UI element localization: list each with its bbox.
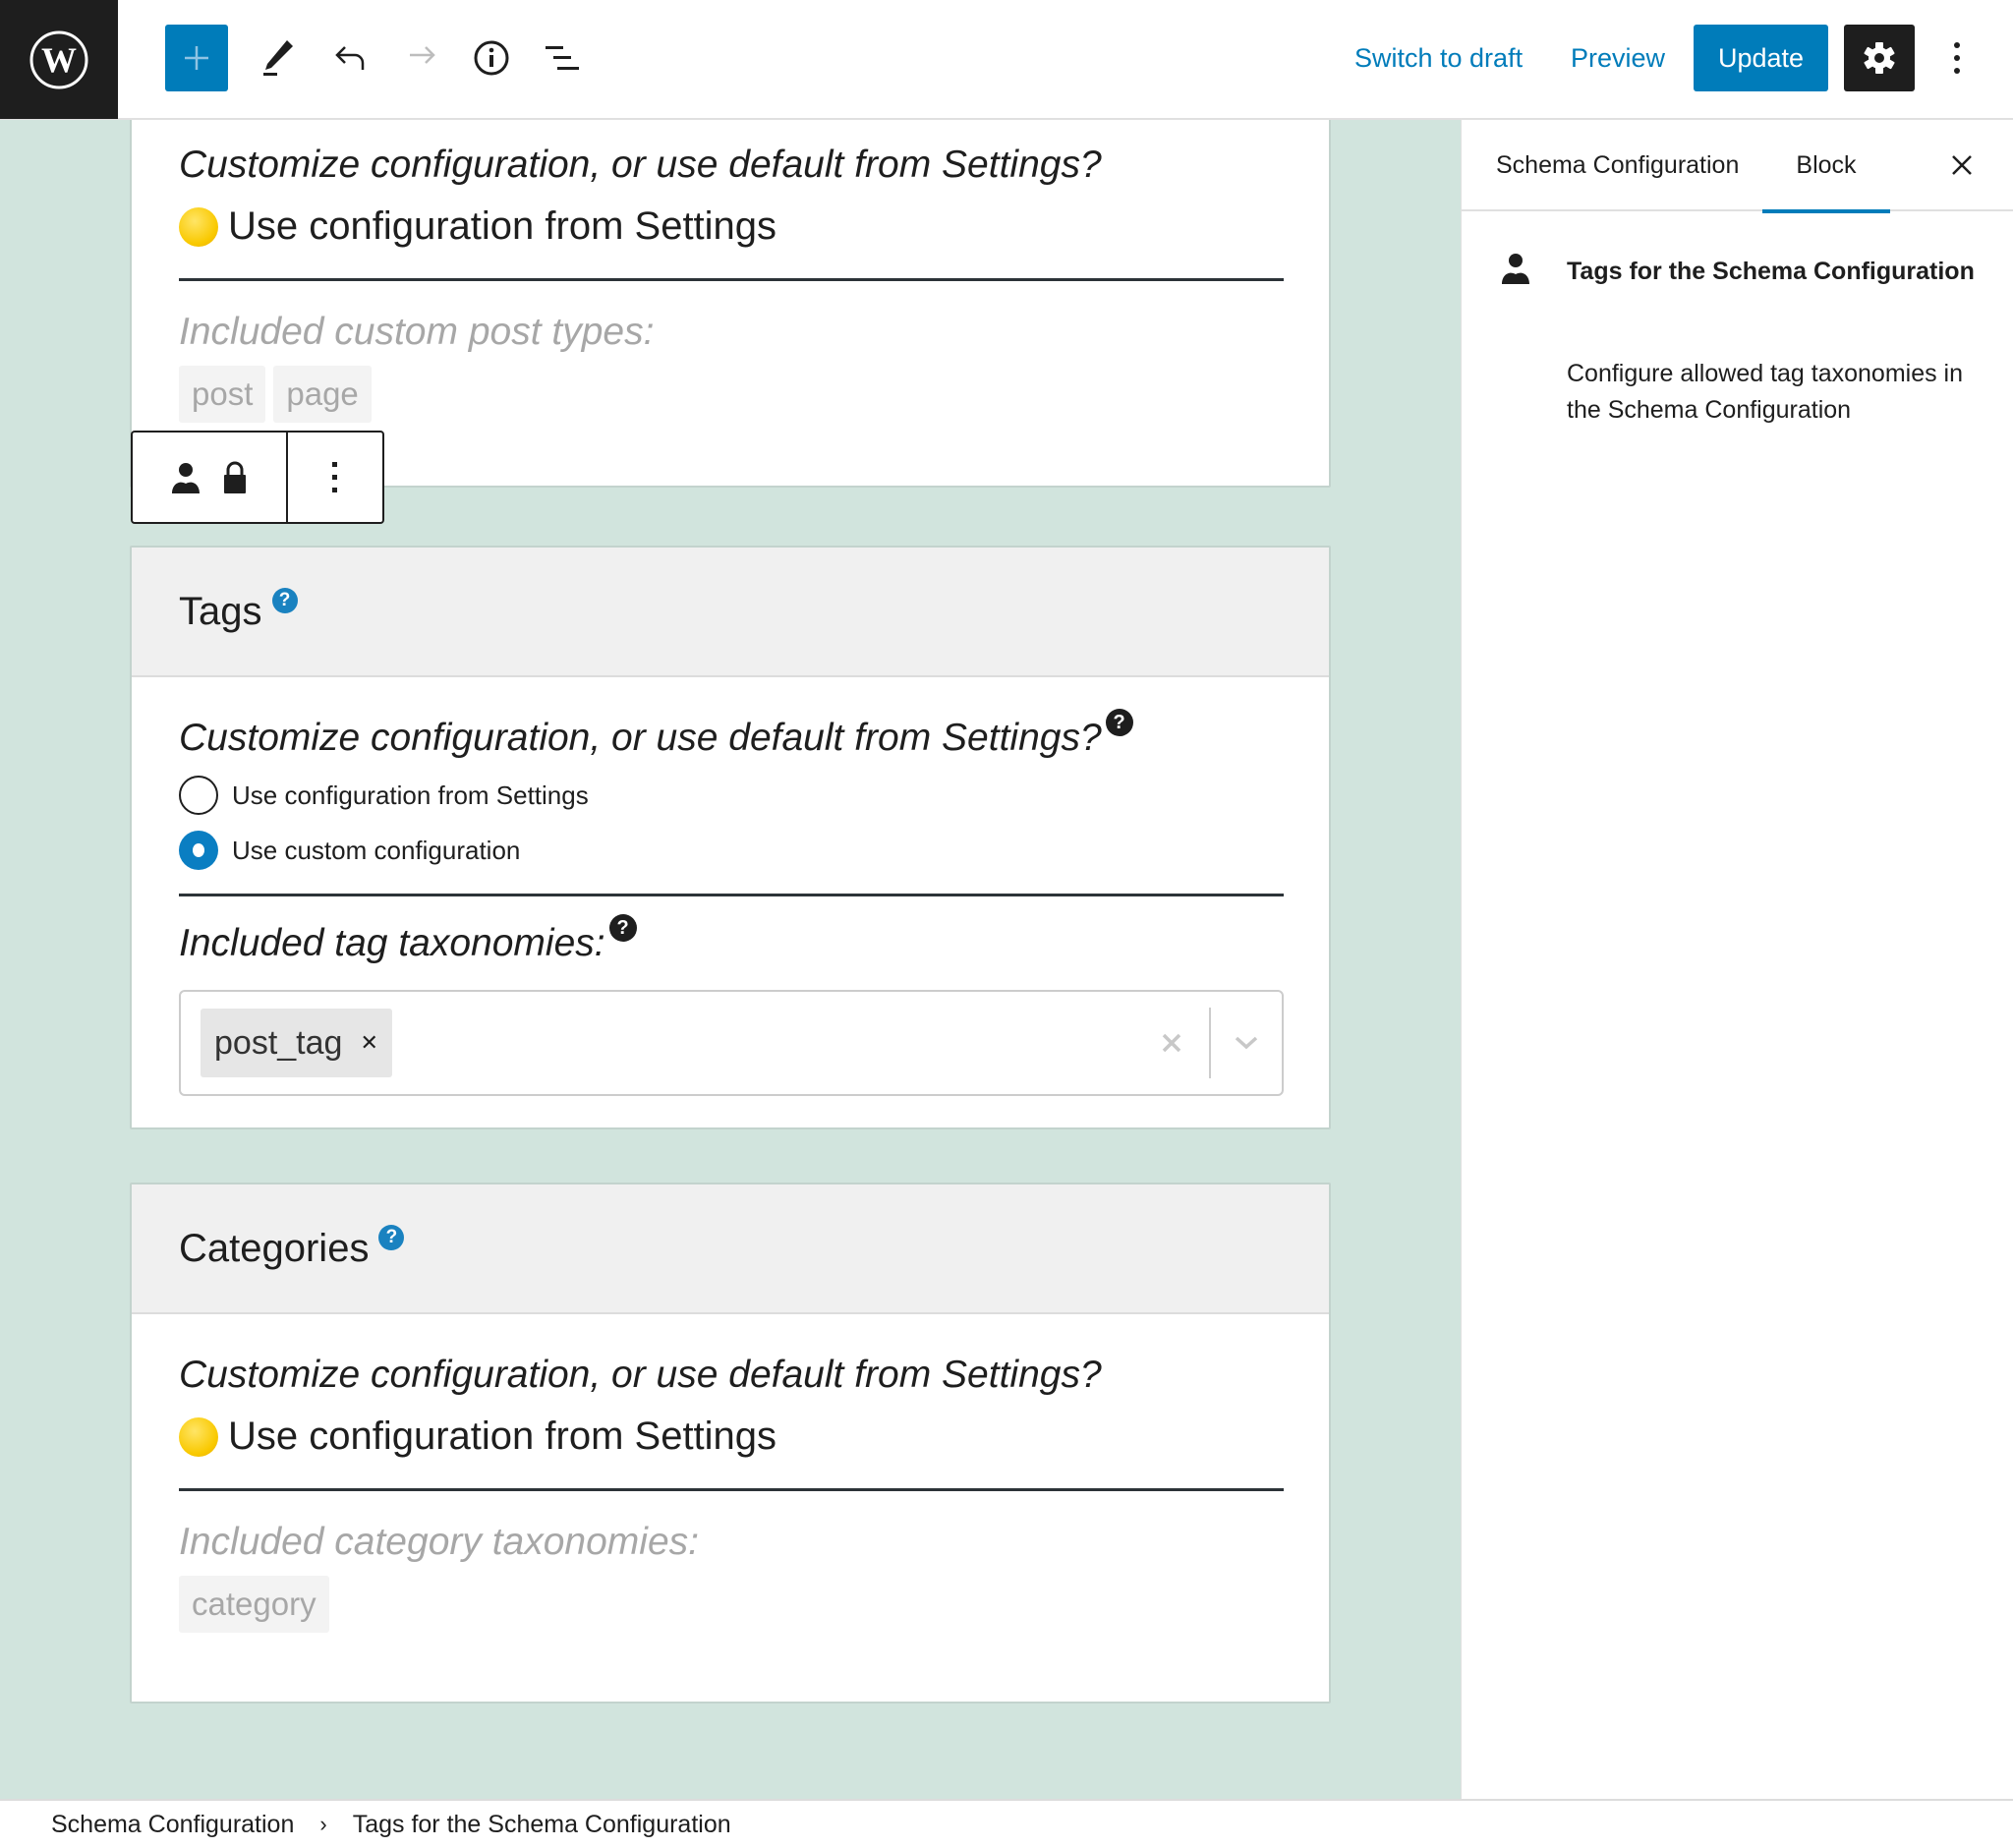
block-type-switcher[interactable]: [133, 433, 288, 522]
included-tag-taxonomies-label: Included tag taxonomies:: [179, 922, 605, 964]
config-status: Use configuration from Settings: [228, 204, 777, 248]
redo-icon: [410, 46, 435, 64]
details-button[interactable]: [464, 25, 519, 91]
preview-button[interactable]: Preview: [1565, 25, 1671, 91]
remove-chip-icon[interactable]: ✕: [360, 1030, 377, 1056]
help-icon[interactable]: ?: [1105, 709, 1133, 736]
block-card-title: Tags for the Schema Configuration: [1567, 258, 1975, 285]
radio-button[interactable]: [179, 776, 218, 815]
user-icon: [172, 462, 200, 493]
clear-selection-button[interactable]: [1150, 1021, 1193, 1065]
block-card-description: Configure allowed tag taxonomies in the …: [1567, 360, 1964, 424]
editor-header: W Switch to draft Preview Update: [0, 0, 2013, 120]
help-icon[interactable]: ?: [608, 914, 637, 942]
tags-title: Tags: [179, 589, 262, 633]
categories-title: Categories: [179, 1226, 370, 1270]
status-dot-icon: [179, 206, 218, 247]
options-menu-button[interactable]: [1934, 25, 1980, 91]
categories-block-header: Categories ?: [132, 1184, 1329, 1314]
selected-tag-chip: post_tag ✕: [201, 1009, 392, 1077]
included-custom-post-types-label: Included custom post types:: [179, 311, 655, 353]
block-options-button[interactable]: [288, 433, 382, 522]
customize-question: Customize configuration, or use default …: [179, 144, 1102, 186]
svg-text:W: W: [41, 40, 77, 80]
more-vertical-icon: [1954, 42, 1960, 74]
undo-button[interactable]: [322, 25, 377, 91]
tags-block-header: Tags ?: [132, 548, 1329, 677]
redo-button[interactable]: [393, 25, 448, 91]
divider: [179, 894, 1284, 896]
chevron-down-icon: [1235, 1036, 1258, 1050]
sidebar-tabs: Schema Configuration Block: [1462, 120, 2013, 213]
breadcrumb-item[interactable]: Schema Configuration: [51, 1811, 294, 1839]
config-status: Use configuration from Settings: [228, 1415, 777, 1458]
wordpress-logo-button[interactable]: W: [0, 0, 118, 119]
settings-button[interactable]: [1844, 25, 1915, 91]
tools-button[interactable]: [250, 25, 305, 91]
lock-icon: [224, 461, 246, 493]
gear-icon: [1864, 42, 1895, 74]
info-icon: [474, 40, 509, 76]
divider: [179, 278, 1284, 281]
status-dot-icon: [179, 1416, 218, 1457]
included-category-taxonomies-label: Included category taxonomies:: [179, 1521, 699, 1563]
breadcrumb-separator: ›: [319, 1812, 327, 1836]
list-view-button[interactable]: [535, 25, 590, 91]
plus-icon: [185, 46, 208, 70]
customize-question: Customize configuration, or use default …: [179, 717, 1102, 759]
radio-label: Use configuration from Settings: [232, 780, 589, 810]
settings-sidebar: Schema Configuration Block Tags for the …: [1461, 120, 2013, 1799]
block-toolbar: [131, 431, 384, 524]
user-icon: [1502, 254, 1529, 284]
tag-taxonomies-select[interactable]: post_tag ✕: [179, 990, 1284, 1096]
switch-to-draft-button[interactable]: Switch to draft: [1349, 25, 1528, 91]
chip-label: post_tag: [214, 1023, 343, 1062]
breadcrumb: Schema Configuration › Tags for the Sche…: [0, 1799, 2013, 1848]
categories-block[interactable]: Categories ? Customize configuration, or…: [130, 1183, 1331, 1704]
update-button[interactable]: Update: [1694, 25, 1828, 91]
radio-use-settings[interactable]: Use configuration from Settings: [179, 768, 1282, 823]
help-icon[interactable]: ?: [378, 1225, 405, 1250]
editor-canvas: Customize configuration, or use default …: [0, 120, 1461, 1799]
tab-block[interactable]: Block: [1762, 120, 1890, 213]
radio-use-custom[interactable]: Use custom configuration: [179, 823, 1282, 878]
breadcrumb-item-current[interactable]: Tags for the Schema Configuration: [353, 1811, 731, 1839]
pencil-icon: [263, 40, 293, 76]
close-icon: [1162, 1033, 1181, 1053]
post-type-chip: page: [273, 366, 372, 423]
post-type-chip: post: [179, 366, 266, 423]
category-chip: category: [179, 1576, 329, 1633]
more-vertical-icon: [332, 461, 337, 492]
help-icon[interactable]: ?: [271, 588, 298, 613]
wordpress-logo-icon: W: [29, 30, 88, 88]
close-icon: [1952, 155, 1972, 175]
select-divider: [1209, 1008, 1211, 1078]
list-view-icon: [546, 46, 579, 70]
dropdown-toggle[interactable]: [1225, 1021, 1268, 1065]
close-sidebar-button[interactable]: [1940, 144, 1984, 187]
customize-question: Customize configuration, or use default …: [179, 1354, 1102, 1396]
radio-button-checked[interactable]: [179, 831, 218, 870]
undo-icon: [335, 46, 365, 70]
radio-label: Use custom configuration: [232, 835, 521, 865]
tab-schema-configuration[interactable]: Schema Configuration: [1496, 120, 1739, 211]
divider: [179, 1488, 1284, 1491]
add-block-button[interactable]: [165, 25, 228, 91]
tags-block[interactable]: Tags ? Customize configuration, or use d…: [130, 546, 1331, 1129]
